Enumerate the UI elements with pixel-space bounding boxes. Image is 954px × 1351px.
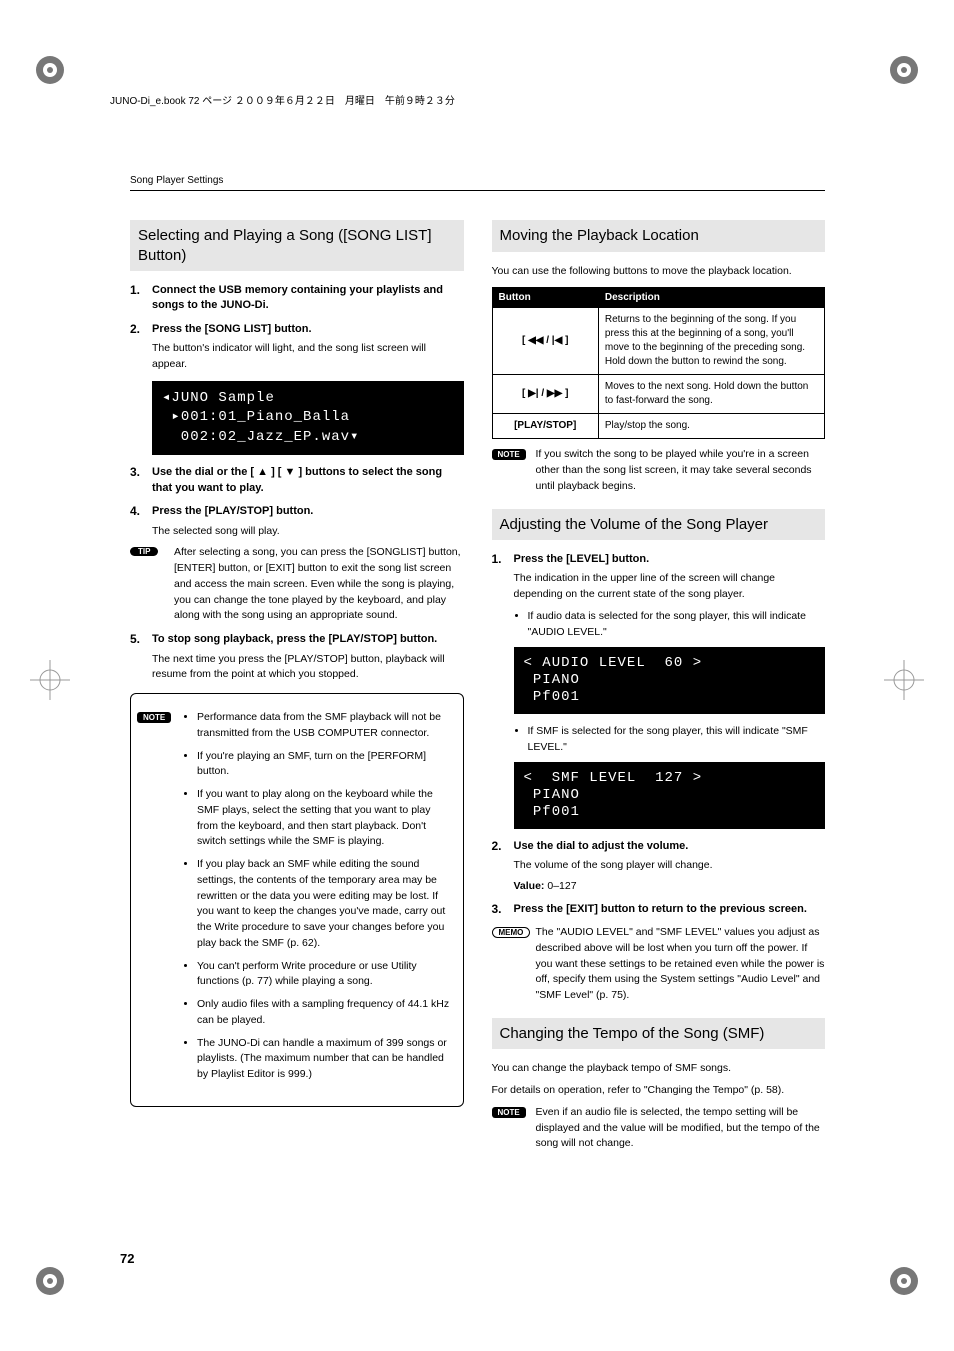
note-text: If you switch the song to be played whil… [536,447,826,494]
registration-mark-icon [20,650,80,710]
step-sub: The indication in the upper line of the … [514,571,826,603]
table-cell-button: [PLAY/STOP] [492,414,598,439]
tip-text: After selecting a song, you can press th… [174,545,464,624]
lcd-screenshot-song-list: ◂JUNO Sample ▸001:01_Piano_Balla 002:02_… [152,381,464,456]
registration-mark-icon [20,40,80,100]
registration-mark-icon [874,650,934,710]
book-header-line: JUNO-Di_e.book 72 ページ ２００９年６月２２日 月曜日 午前９… [110,92,455,107]
step-number: 2. [130,322,152,337]
step-label: Press the [PLAY/STOP] button. [152,504,313,519]
step-number: 3. [492,902,514,917]
registration-mark-icon [874,1251,934,1311]
step-number: 5. [130,632,152,647]
step-label: Press the [EXIT] button to return to the… [514,902,807,917]
section-title-moving-playback: Moving the Playback Location [492,220,826,252]
sub-bullet: If audio data is selected for the song p… [528,609,826,641]
sub-bullet: If SMF is selected for the song player, … [528,724,826,756]
table-row: [ ◀◀ / |◀ ] Returns to the beginning of … [492,308,825,375]
step-number: 4. [130,504,152,519]
step-label: Use the dial or the [ ▲ ] [ ▼ ] buttons … [152,465,464,496]
step-sub: The button's indicator will light, and t… [152,341,464,373]
running-head: Song Player Settings [130,175,825,191]
note-bullet: If you're playing an SMF, turn on the [P… [197,749,453,781]
section-intro: You can use the following buttons to mov… [492,264,826,280]
memo-badge: MEMO [492,927,531,938]
table-header: Button [492,288,598,308]
note-badge: NOTE [137,712,171,723]
registration-mark-icon [20,1251,80,1311]
memo-text: The "AUDIO LEVEL" and "SMF LEVEL" values… [536,925,826,1004]
note-badge: NOTE [492,449,526,460]
note-bullet: If you play back an SMF while editing th… [197,857,453,952]
step-label: Connect the USB memory containing your p… [152,283,464,314]
note-bullet: The JUNO-Di can handle a maximum of 399 … [197,1036,453,1083]
table-header: Description [598,288,824,308]
section-line: You can change the playback tempo of SMF… [492,1061,826,1077]
section-title-adjusting-volume: Adjusting the Volume of the Song Player [492,509,826,541]
step-label: Use the dial to adjust the volume. [514,839,689,854]
value-line: Value: 0–127 [514,880,826,892]
step-label: Press the [LEVEL] button. [514,552,650,567]
table-cell-button: [ ▶| / ▶▶ ] [492,375,598,414]
note-bullet: If you want to play along on the keyboar… [197,787,453,850]
table-cell-button: [ ◀◀ / |◀ ] [492,308,598,375]
step-number: 3. [130,465,152,496]
step-number: 2. [492,839,514,854]
table-cell-desc: Returns to the beginning of the song. If… [598,308,824,375]
step-sub: The next time you press the [PLAY/STOP] … [152,652,464,684]
step-sub: The selected song will play. [152,524,464,540]
table-cell-desc: Play/stop the song. [598,414,824,439]
note-badge: NOTE [492,1107,526,1118]
registration-mark-icon [874,40,934,100]
lcd-screenshot-smf-level: < SMF LEVEL 127 > PIANO Pf001 [514,762,826,828]
step-number: 1. [130,283,152,314]
note-bullet: Performance data from the SMF playback w… [197,710,453,742]
step-label: Press the [SONG LIST] button. [152,322,312,337]
section-title-select-song: Selecting and Playing a Song ([SONG LIST… [130,220,464,271]
section-title-changing-tempo: Changing the Tempo of the Song (SMF) [492,1018,826,1050]
table-row: [ ▶| / ▶▶ ] Moves to the next song. Hold… [492,375,825,414]
note-text: Even if an audio file is selected, the t… [536,1105,826,1152]
section-line: For details on operation, refer to "Chan… [492,1083,826,1099]
note-bullet: You can't perform Write procedure or use… [197,959,453,991]
button-description-table: Button Description [ ◀◀ / |◀ ] Returns t… [492,287,826,439]
step-number: 1. [492,552,514,567]
tip-badge: TIP [130,547,158,556]
page-number: 72 [120,1251,134,1266]
lcd-screenshot-audio-level: < AUDIO LEVEL 60 > PIANO Pf001 [514,647,826,713]
table-cell-desc: Moves to the next song. Hold down the bu… [598,375,824,414]
step-label: To stop song playback, press the [PLAY/S… [152,632,437,647]
step-sub: The volume of the song player will chang… [514,858,826,874]
table-row: [PLAY/STOP] Play/stop the song. [492,414,825,439]
note-bullet: Only audio files with a sampling frequen… [197,997,453,1029]
